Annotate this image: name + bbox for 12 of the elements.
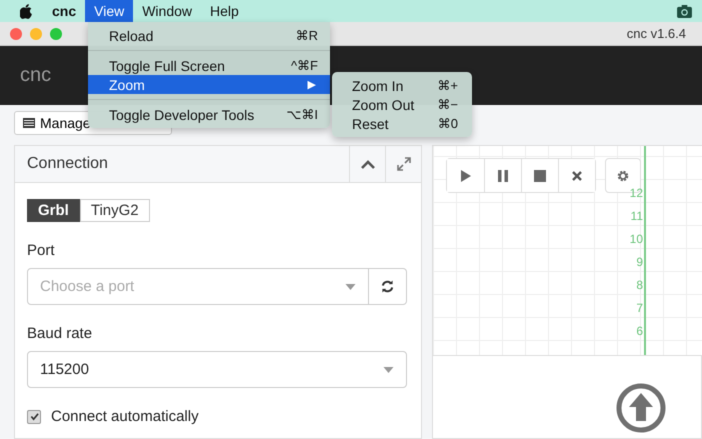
panel-title: Connection <box>26 155 109 173</box>
window-title: cnc v1.6.4 <box>626 26 686 41</box>
axis-label: 6 <box>636 324 643 338</box>
axis-label: 7 <box>636 301 643 315</box>
axis-label: 10 <box>630 232 643 246</box>
checkbox-label: Connect automatically <box>51 408 199 425</box>
axis-label: 8 <box>636 278 643 292</box>
baud-rate-label: Baud rate <box>27 325 94 342</box>
axis-label: 11 <box>630 209 643 223</box>
port-label: Port <box>27 242 56 259</box>
axis-label: 12 <box>630 186 643 200</box>
axis-label: 9 <box>636 255 643 269</box>
